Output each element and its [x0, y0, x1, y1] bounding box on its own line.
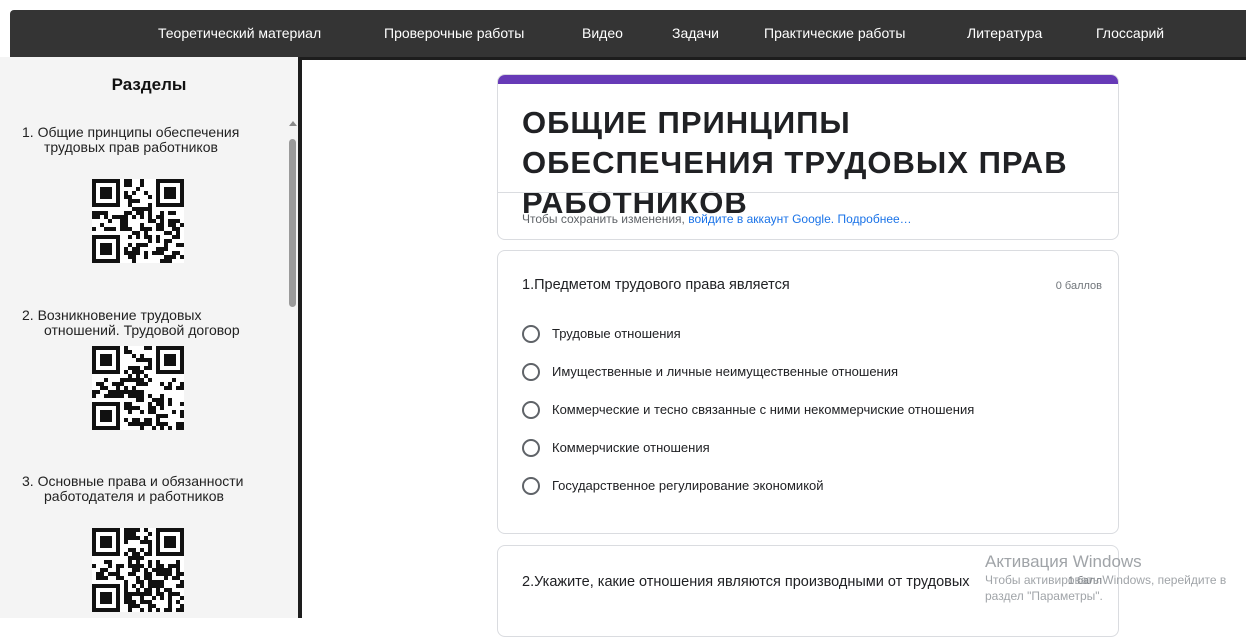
nav-item-practical[interactable]: Практические работы [764, 25, 905, 41]
sidebar-scrollbar[interactable] [286, 119, 298, 618]
windows-activation-watermark: Активация Windows Чтобы активировать Win… [985, 552, 1226, 604]
sidebar-section-label[interactable]: 2. Возникновение трудовых отношений. Тру… [22, 308, 280, 338]
qr-code-icon [92, 528, 184, 612]
watermark-title: Активация Windows [985, 552, 1142, 571]
signin-link[interactable]: войдите в аккаунт Google. [688, 212, 834, 226]
sidebar-section-label[interactable]: 3. Основные права и обязанности работода… [22, 474, 280, 504]
scroll-up-arrow-icon[interactable] [289, 121, 297, 126]
radio-button[interactable] [522, 439, 540, 457]
form-accent-bar [498, 75, 1118, 84]
form-header-card: ОБЩИЕ ПРИНЦИПЫ ОБЕСПЕЧЕНИЯ ТРУДОВЫХ ПРАВ… [497, 74, 1119, 240]
nav-item-theory[interactable]: Теоретический материал [158, 25, 321, 41]
form-area: ОБЩИЕ ПРИНЦИПЫ ОБЕСПЕЧЕНИЯ ТРУДОВЫХ ПРАВ… [302, 57, 1246, 637]
nav-item-tests[interactable]: Проверочные работы [384, 25, 524, 41]
radio-button[interactable] [522, 363, 540, 381]
nav-item-glossary[interactable]: Глоссарий [1096, 25, 1164, 41]
question-points: 0 баллов [1055, 280, 1102, 292]
radio-button[interactable] [522, 325, 540, 343]
nav-item-literature[interactable]: Литература [967, 25, 1042, 41]
question-card-1: 1.Предметом трудового права является 0 б… [497, 250, 1119, 534]
watermark-line: Чтобы активировать Windows, перейдите в [985, 573, 1227, 587]
scrollbar-thumb[interactable] [289, 139, 296, 307]
sidebar: Разделы 1. Общие принципы обеспечения тр… [0, 57, 302, 618]
question-title: 2.Укажите, какие отношения являются прои… [522, 574, 970, 590]
radio-button[interactable] [522, 477, 540, 495]
learn-more-link[interactable]: Подробнее… [837, 212, 911, 226]
divider [498, 192, 1118, 193]
option-label[interactable]: Коммерчиские отношения [552, 440, 710, 455]
sidebar-section-label[interactable]: 1. Общие принципы обеспечения трудовых п… [22, 125, 276, 155]
signin-note: Чтобы сохранить изменения, войдите в акк… [522, 212, 912, 226]
form-title: ОБЩИЕ ПРИНЦИПЫ ОБЕСПЕЧЕНИЯ ТРУДОВЫХ ПРАВ… [522, 105, 1068, 220]
qr-code-icon [92, 179, 184, 263]
option-label[interactable]: Имущественные и личные неимущественные о… [552, 364, 898, 379]
radio-button[interactable] [522, 401, 540, 419]
qr-code-icon [92, 346, 184, 430]
watermark-line: раздел "Параметры". [985, 589, 1103, 603]
top-navigation: Теоретический материал Проверочные работ… [10, 10, 1246, 57]
nav-item-tasks[interactable]: Задачи [672, 25, 719, 41]
sidebar-section-2[interactable]: 2. Возникновение трудовых отношений. Тру… [0, 308, 286, 338]
sidebar-title: Разделы [111, 75, 187, 94]
sidebar-section-1[interactable]: 1. Общие принципы обеспечения трудовых п… [0, 125, 286, 155]
option-label[interactable]: Коммерческие и тесно связанные с ними не… [552, 402, 974, 417]
nav-item-video[interactable]: Видео [582, 25, 623, 41]
question-title: 1.Предметом трудового права является [522, 277, 790, 293]
signin-prefix: Чтобы сохранить изменения, [522, 212, 689, 226]
sidebar-section-3[interactable]: 3. Основные права и обязанности работода… [0, 474, 286, 504]
option-label[interactable]: Трудовые отношения [552, 326, 681, 341]
option-label[interactable]: Государственное регулирование экономикой [552, 478, 824, 493]
